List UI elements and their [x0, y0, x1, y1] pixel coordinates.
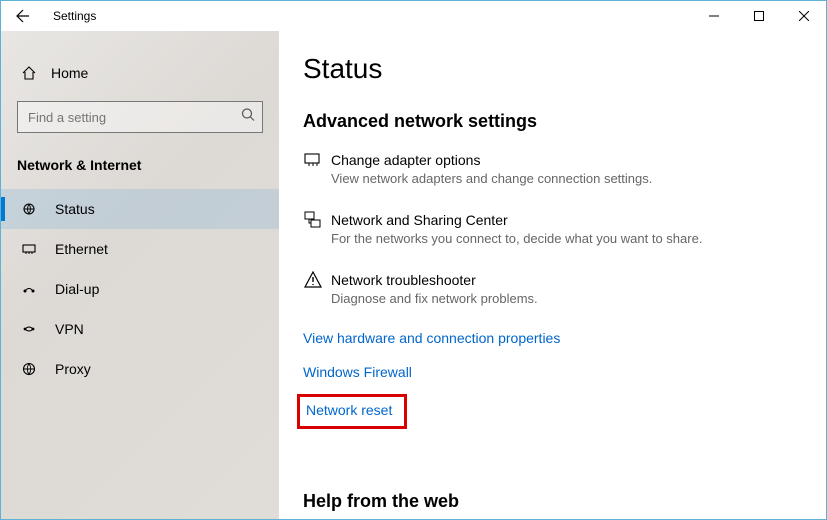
minimize-icon: [709, 11, 719, 21]
option-title: Network troubleshooter: [331, 270, 538, 290]
page-title: Status: [303, 53, 796, 85]
sidebar-item-status[interactable]: Status: [1, 189, 279, 229]
search-input[interactable]: [17, 101, 263, 133]
option-desc: Diagnose and fix network problems.: [331, 290, 538, 308]
warning-icon: [303, 270, 323, 290]
close-button[interactable]: [781, 1, 826, 31]
option-desc: For the networks you connect to, decide …: [331, 230, 702, 248]
close-icon: [799, 11, 809, 21]
sidebar: Home Network & Internet Status Ethernet …: [1, 31, 279, 519]
sidebar-item-ethernet[interactable]: Ethernet: [1, 229, 279, 269]
home-icon: [21, 65, 37, 81]
search-icon: [241, 108, 255, 127]
content-area: Home Network & Internet Status Ethernet …: [1, 31, 826, 519]
dialup-icon: [21, 281, 37, 297]
sidebar-item-vpn[interactable]: VPN: [1, 309, 279, 349]
minimize-button[interactable]: [691, 1, 736, 31]
link-network-reset[interactable]: Network reset: [306, 402, 392, 418]
sidebar-item-label: Proxy: [55, 361, 91, 377]
sidebar-item-label: VPN: [55, 321, 84, 337]
option-adapter[interactable]: Change adapter options View network adap…: [303, 150, 796, 188]
ethernet-icon: [21, 241, 37, 257]
search-wrap: [17, 101, 263, 133]
sidebar-item-label: Status: [55, 201, 95, 217]
window-title: Settings: [53, 9, 96, 23]
option-desc: View network adapters and change connect…: [331, 170, 652, 188]
arrow-left-icon: [15, 8, 31, 24]
window-controls: [691, 1, 826, 31]
sharing-icon: [303, 210, 323, 230]
sidebar-item-proxy[interactable]: Proxy: [1, 349, 279, 389]
sidebar-item-label: Dial-up: [55, 281, 99, 297]
home-button[interactable]: Home: [1, 55, 279, 91]
help-heading: Help from the web: [303, 491, 796, 512]
home-label: Home: [51, 65, 88, 81]
highlight-box: Network reset: [297, 394, 407, 429]
adapter-icon: [303, 150, 323, 170]
option-troubleshooter[interactable]: Network troubleshooter Diagnose and fix …: [303, 270, 796, 308]
sidebar-item-dialup[interactable]: Dial-up: [1, 269, 279, 309]
maximize-button[interactable]: [736, 1, 781, 31]
vpn-icon: [21, 321, 37, 337]
option-title: Network and Sharing Center: [331, 210, 702, 230]
status-icon: [21, 201, 37, 217]
advanced-heading: Advanced network settings: [303, 111, 796, 132]
link-windows-firewall[interactable]: Windows Firewall: [303, 364, 412, 380]
sidebar-item-label: Ethernet: [55, 241, 108, 257]
option-sharing[interactable]: Network and Sharing Center For the netwo…: [303, 210, 796, 248]
option-title: Change adapter options: [331, 150, 652, 170]
proxy-icon: [21, 361, 37, 377]
titlebar: Settings: [1, 1, 826, 31]
main-panel: Status Advanced network settings Change …: [279, 31, 826, 519]
sidebar-section-header: Network & Internet: [1, 149, 279, 189]
back-button[interactable]: [1, 1, 45, 31]
link-hardware-props[interactable]: View hardware and connection properties: [303, 330, 560, 346]
maximize-icon: [754, 11, 764, 21]
